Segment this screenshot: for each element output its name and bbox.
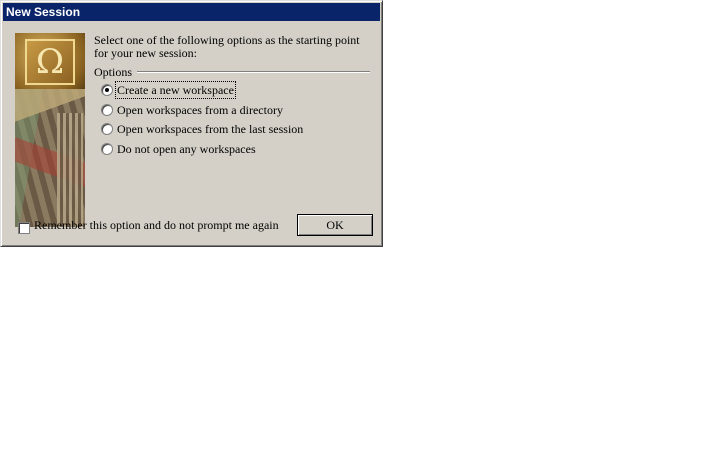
omega-logo: Ω: [15, 33, 85, 89]
option-label[interactable]: Create a new workspace: [115, 81, 236, 99]
options-legend: Options: [94, 65, 133, 79]
title-bar[interactable]: New Session: [3, 3, 380, 21]
window-title: New Session: [6, 5, 81, 19]
radio-create-new-workspace[interactable]: [101, 84, 113, 96]
options-divider: [137, 71, 370, 73]
ok-button[interactable]: OK: [297, 214, 373, 236]
radio-do-not-open[interactable]: [101, 143, 113, 155]
option-label[interactable]: Open workspaces from the last session: [117, 121, 303, 137]
remember-checkbox[interactable]: [18, 222, 30, 234]
banner-image: Ω: [15, 33, 85, 227]
option-label[interactable]: Do not open any workspaces: [117, 141, 256, 157]
option-label[interactable]: Open workspaces from a directory: [117, 102, 283, 118]
radio-open-from-last-session[interactable]: [101, 123, 113, 135]
remember-label[interactable]: Remember this option and do not prompt m…: [34, 217, 279, 233]
radio-open-from-directory[interactable]: [101, 104, 113, 116]
new-session-dialog: New Session Ω Select one of the followin…: [0, 0, 383, 247]
omega-icon: Ω: [35, 42, 65, 82]
instructions-text: Select one of the following options as t…: [94, 33, 360, 60]
column-image: [57, 113, 83, 227]
